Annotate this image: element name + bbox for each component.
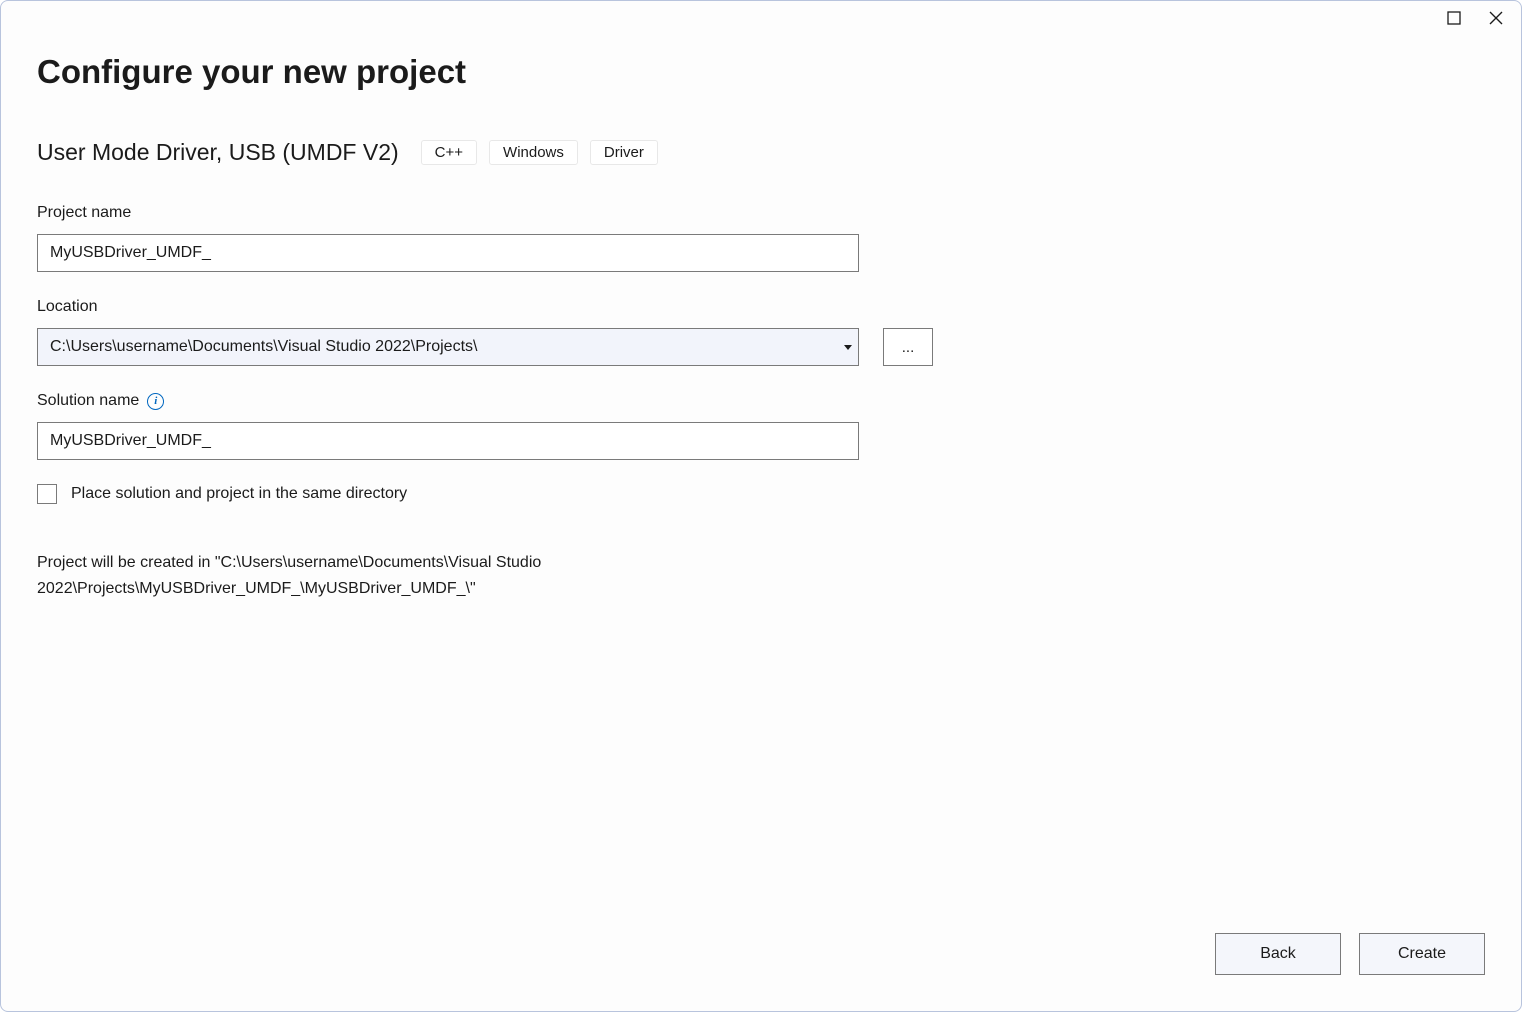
create-button[interactable]: Create <box>1359 933 1485 975</box>
page-title: Configure your new project <box>37 53 1485 91</box>
solution-name-input[interactable] <box>37 422 859 460</box>
browse-button[interactable]: ... <box>883 328 933 366</box>
chevron-down-icon[interactable] <box>838 329 858 365</box>
same-directory-label: Place solution and project in the same d… <box>71 485 407 503</box>
template-row: User Mode Driver, USB (UMDF V2) C++ Wind… <box>37 139 1485 166</box>
creation-path-hint: Project will be created in "C:\Users\use… <box>37 550 867 601</box>
titlebar <box>1 1 1521 25</box>
template-tag: C++ <box>421 140 477 165</box>
close-icon[interactable] <box>1489 11 1503 25</box>
same-directory-checkbox[interactable] <box>37 484 57 504</box>
location-combobox[interactable]: C:\Users\username\Documents\Visual Studi… <box>37 328 859 366</box>
location-value: C:\Users\username\Documents\Visual Studi… <box>38 338 838 356</box>
template-tag: Windows <box>489 140 578 165</box>
project-name-label: Project name <box>37 204 1485 222</box>
solution-name-label: Solution name <box>37 392 139 410</box>
same-directory-row: Place solution and project in the same d… <box>37 484 1485 504</box>
project-name-input[interactable] <box>37 234 859 272</box>
location-label: Location <box>37 298 1485 316</box>
location-group: Location C:\Users\username\Documents\Vis… <box>37 298 1485 366</box>
maximize-icon[interactable] <box>1447 11 1461 25</box>
dialog-content: Configure your new project User Mode Dri… <box>1 25 1521 933</box>
solution-name-label-row: Solution name i <box>37 392 1485 410</box>
solution-name-group: Solution name i <box>37 392 1485 460</box>
template-name: User Mode Driver, USB (UMDF V2) <box>37 139 399 166</box>
location-row: C:\Users\username\Documents\Visual Studi… <box>37 328 1485 366</box>
dialog-window: Configure your new project User Mode Dri… <box>0 0 1522 1012</box>
info-icon[interactable]: i <box>147 393 164 410</box>
project-name-group: Project name <box>37 204 1485 272</box>
template-tag: Driver <box>590 140 658 165</box>
back-button[interactable]: Back <box>1215 933 1341 975</box>
dialog-footer: Back Create <box>1 933 1521 1011</box>
